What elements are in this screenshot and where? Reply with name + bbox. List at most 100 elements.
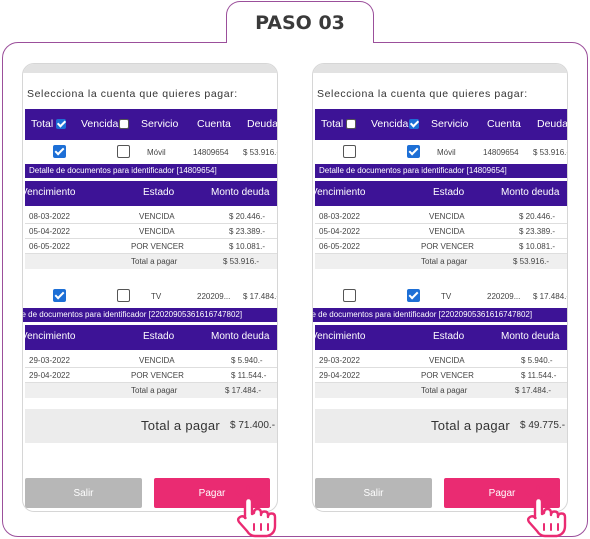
row-status: VENCIDA [139,212,175,221]
vencida-checkbox-icon[interactable] [407,145,420,158]
account-row: Móvil 14809654 $ 53.916.- [315,144,567,166]
col-estado: Estado [143,331,175,342]
row-amount: $ 10.081.- [519,242,556,251]
grand-total-label: Total a pagar [431,418,511,433]
service-name: Móvil [147,148,166,157]
detail-total-label: Total a pagar [421,257,468,266]
row-status: POR VENCER [131,242,184,251]
row-date: 05-04-2022 [319,227,360,236]
total-checkbox-icon[interactable] [343,289,356,302]
row-status: POR VENCER [421,371,474,380]
account-debt: $ 17.484.- [533,292,567,301]
col-servicio: Servicio [431,118,469,130]
detail-header: Vencimiento Estado Monto deuda [313,325,567,350]
col-vencimiento: Vencimiento [313,331,366,342]
col-monto: Monto deuda [501,331,560,342]
detail-row: 08-03-2022 VENCIDA $ 20.446.- [25,209,277,224]
row-date: 29-04-2022 [29,371,70,380]
detail-total-row: Total a pagar $ 17.484.- [25,383,277,398]
row-date: 29-03-2022 [319,356,360,365]
col-monto: Monto deuda [211,187,270,198]
col-vencimiento: Vencimiento [23,331,76,342]
detail-row: 06-05-2022 POR VENCER $ 10.081.- [315,239,567,254]
col-vencimiento: Vencimiento [23,187,76,198]
col-cuenta: Cuenta [487,118,521,130]
detail-total-row: Total a pagar $ 53.916.- [25,254,277,269]
detail-total-row: Total a pagar $ 53.916.- [315,254,567,269]
row-status: VENCIDA [429,356,465,365]
row-date: 29-03-2022 [29,356,70,365]
service-name: Móvil [437,148,456,157]
account-number: 220209... [487,292,521,301]
phone-panel-2: Selecciona la cuenta que quieres pagar: … [312,63,568,512]
detail-row: 05-04-2022 VENCIDA $ 23.389.- [25,224,277,239]
total-checkbox-icon[interactable] [53,289,66,302]
col-estado: Estado [433,187,465,198]
exit-button[interactable]: Salir [25,478,142,508]
grand-total-label: Total a pagar [141,418,221,433]
detail-total-label: Total a pagar [131,257,178,266]
row-amount: $ 20.446.- [229,212,266,221]
row-date: 06-05-2022 [319,242,360,251]
account-row: TV 220209... $ 17.484.- [315,288,567,310]
detail-row: 29-03-2022 VENCIDA $ 5.940.- [25,353,277,368]
total-checkbox-icon[interactable] [53,145,66,158]
select-all-vencida-checkbox-icon[interactable] [409,119,419,129]
detail-title: Detalle de documentos para identificador… [315,164,567,178]
col-monto: Monto deuda [501,187,560,198]
detail-list: 08-03-2022 VENCIDA $ 20.446.- 05-04-2022… [315,209,567,269]
col-vencida: Vencida [371,118,409,130]
detail-list: 29-03-2022 VENCIDA $ 5.940.- 29-04-2022 … [25,353,277,398]
row-amount: $ 11.544.- [521,371,557,380]
row-status: VENCIDA [429,227,465,236]
vencida-checkbox-icon[interactable] [117,289,130,302]
detail-row: 08-03-2022 VENCIDA $ 20.446.- [315,209,567,224]
select-all-vencida-checkbox-icon[interactable] [119,119,129,129]
detail-total-label: Total a pagar [421,386,468,395]
row-amount: $ 23.389.- [519,227,556,236]
vencida-checkbox-icon[interactable] [407,289,420,302]
col-vencida: Vencida [81,118,119,130]
account-number: 220209... [197,292,231,301]
exit-button[interactable]: Salir [315,478,432,508]
detail-row: 29-04-2022 POR VENCER $ 11.544.- [25,368,277,383]
account-number: 14809654 [483,148,519,157]
select-account-prompt: Selecciona la cuenta que quieres pagar: [317,88,528,100]
row-amount: $ 11.544.- [231,371,267,380]
row-status: VENCIDA [139,227,175,236]
select-all-total-checkbox-icon[interactable] [346,119,356,129]
detail-row: 05-04-2022 VENCIDA $ 23.389.- [315,224,567,239]
grand-total-value: $ 49.775.- [520,420,566,431]
row-date: 08-03-2022 [319,212,360,221]
select-all-total-checkbox-icon[interactable] [56,119,66,129]
detail-total-value: $ 53.916.- [513,257,550,266]
account-debt: $ 53.916.- [533,148,567,157]
detail-header: Vencimiento Estado Monto deuda [23,181,277,206]
row-date: 06-05-2022 [29,242,70,251]
col-vencimiento: Vencimiento [313,187,366,198]
pointing-hand-icon [524,484,567,538]
step-label: PASO 03 [226,1,374,43]
col-estado: Estado [143,187,175,198]
total-checkbox-icon[interactable] [343,145,356,158]
vencida-checkbox-icon[interactable] [117,145,130,158]
accounts-table-header: Total Vencida Servicio Cuenta Deuda [25,109,277,140]
detail-total-value: $ 53.916.- [223,257,260,266]
account-debt: $ 17.484.- [243,292,277,301]
detail-header: Vencimiento Estado Monto deuda [23,325,277,350]
grand-total: Total a pagar $ 71.400.- [25,409,277,443]
detail-list: 08-03-2022 VENCIDA $ 20.446.- 05-04-2022… [25,209,277,269]
row-amount: $ 5.940.- [521,356,553,365]
row-amount: $ 20.446.- [519,212,556,221]
detail-row: 29-03-2022 VENCIDA $ 5.940.- [315,353,567,368]
col-estado: Estado [433,331,465,342]
phone-panel-1: Selecciona la cuenta que quieres pagar: … [22,63,278,512]
service-name: TV [441,292,452,301]
row-date: 29-04-2022 [319,371,360,380]
col-deuda: Deuda [247,118,277,130]
row-status: VENCIDA [429,212,465,221]
col-total: Total [321,118,344,130]
row-amount: $ 23.389.- [229,227,266,236]
detail-title: Detalle de documentos para identificador… [25,164,277,178]
detail-total-row: Total a pagar $ 17.484.- [315,383,567,398]
